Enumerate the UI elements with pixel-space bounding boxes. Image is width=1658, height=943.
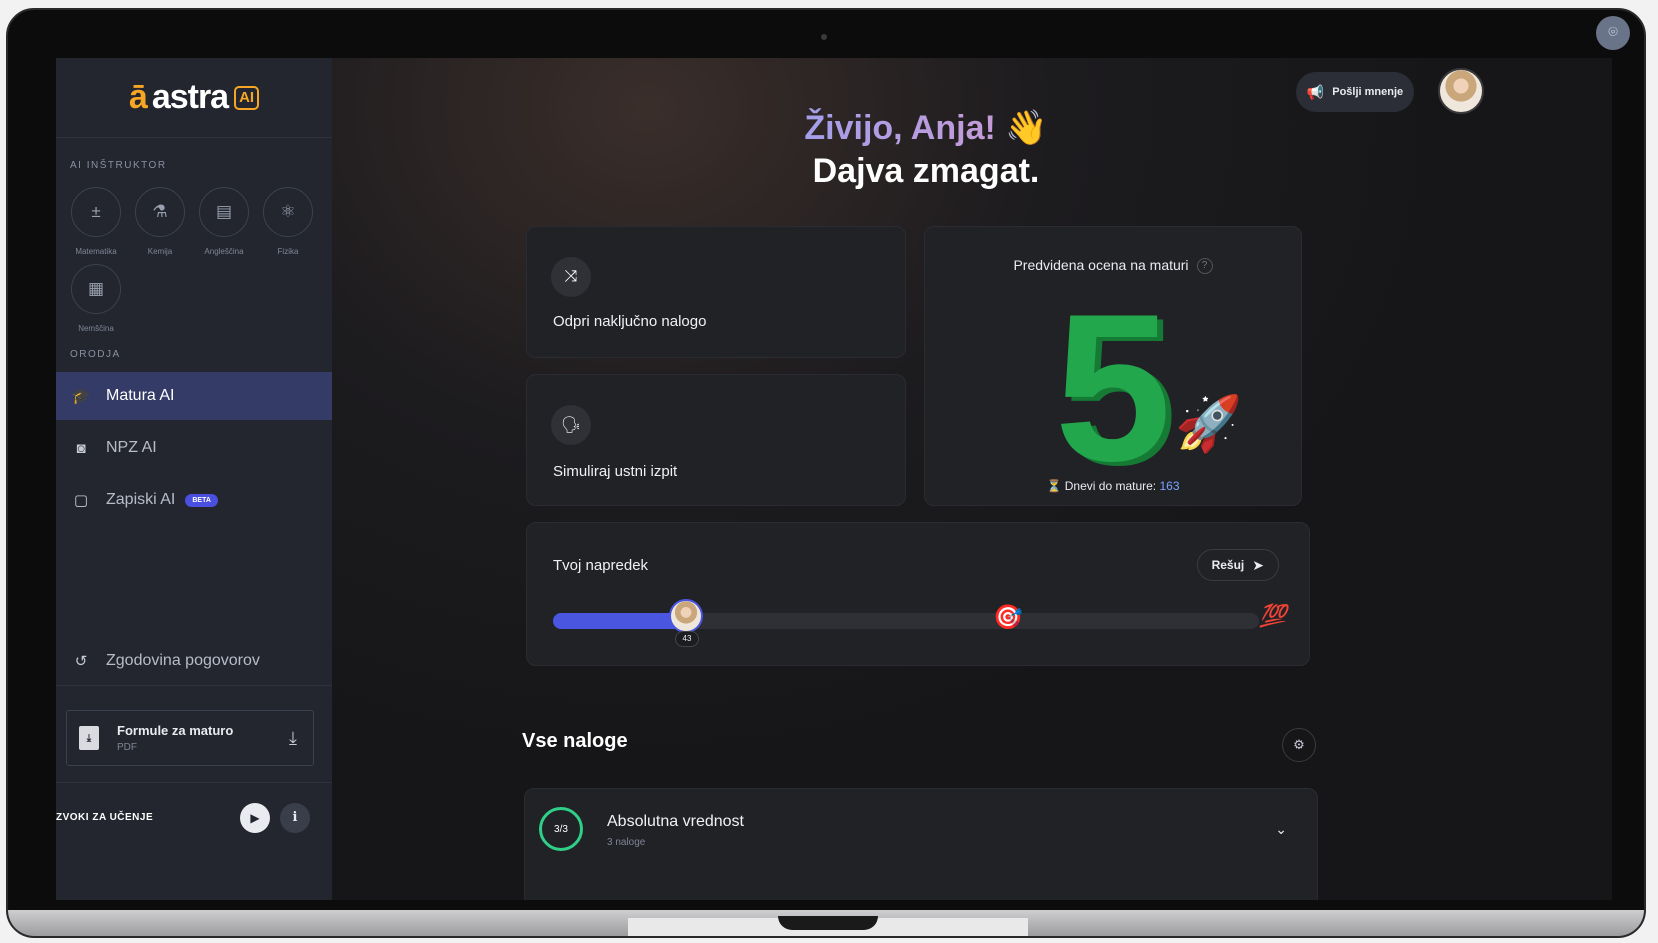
subject-nemscina[interactable]: ▦ Nemščina [64,264,128,333]
filter-icon[interactable]: ⚙ [1282,728,1316,762]
task-progress-ring: 3/3 [539,807,583,851]
oral-exam-card[interactable]: 🗣 Simuliraj ustni izpit [526,374,906,506]
greeting-line-2: Dajva zmagat. [812,152,1040,190]
subject-anglescina[interactable]: ▤ Angleščina [192,187,256,256]
nav-label: Matura AI [106,387,175,404]
voice-icon: 🗣 [551,405,591,445]
instructor-section-title: AI INŠTRUKTOR [70,160,167,171]
random-task-card[interactable]: ⤨ Odpri naključno nalogo [526,226,906,358]
atom-icon: ⚛ [263,187,313,237]
target-icon: 🎯 [993,604,1023,631]
predicted-grade-card: Predvidena ocena na maturi? 5 🚀 ⏳ Dnevi … [924,226,1302,506]
note-icon: ▢ [73,492,89,509]
pdf-icon: ⤓ [79,726,99,750]
logo[interactable]: ā astra AI [56,58,332,138]
wave-icon: 👋 [1005,109,1048,147]
nav-item-matura-ai[interactable]: 🎓 Matura AI [56,372,332,420]
subject-fizika[interactable]: ⚛ Fizika [256,187,320,256]
solve-label: Rešuj [1211,558,1245,572]
task-name: Absolutna vrednost [607,813,744,830]
progress-fill [553,613,687,629]
random-task-label: Odpri naključno nalogo [553,313,707,330]
formule-download[interactable]: ⤓ Formule za maturo PDF ⤓ [66,710,314,766]
progress-card: Tvoj napredek Rešuj ➤ 43 🎯 💯 [526,522,1310,666]
subject-label: Matematika [75,247,117,256]
formule-subtitle: PDF [117,742,137,753]
progress-value: 43 [675,631,699,647]
grade-value: 5 [1054,270,1172,505]
help-icon[interactable]: ? [1196,258,1213,275]
play-button[interactable]: ▶ [240,802,270,833]
avatar[interactable] [1438,68,1484,114]
math-icon: ± [71,187,121,237]
history-icon: ↺ [74,652,88,670]
app-screen: ā astra AI AI INŠTRUKTOR ± Matematika ⚗ … [56,58,1612,900]
subject-label: Angleščina [204,247,244,256]
shuffle-icon: ⤨ [551,257,591,297]
device-frame: ⌾ ā astra AI AI INŠTRUKTOR ± Matematika … [6,8,1646,938]
days-label: Dnevi do mature: [1064,479,1157,493]
logo-badge: AI [234,85,260,110]
hundred-icon: 💯 [1259,603,1287,628]
task-count: 3 naloge [607,837,646,848]
history-label: Zgodovina pogovorov [106,651,260,669]
all-tasks-title: Vse naloge [522,730,628,752]
stand-notch [778,916,878,930]
subject-label: Kemija [147,247,173,256]
sounds-label: ZVOKI ZA UČENJE [56,812,154,823]
days-to-exam: ⏳ Dnevi do mature: 163 [925,479,1301,493]
megaphone-icon: 📢 [1306,83,1325,100]
graduation-cap-icon: 🎓 [71,388,91,405]
beta-badge: BETA [185,493,218,507]
nav-item-npz-ai[interactable]: ◙ NPZ AI [56,424,332,472]
greeting-text: Živijo, Anja! [804,109,996,147]
language-icon: ▦ [71,264,121,314]
download-icon[interactable]: ⤓ [289,728,297,749]
nav-item-zapiski-ai[interactable]: ▢ Zapiski AI BETA [56,476,332,524]
formule-title: Formule za maturo [117,723,234,738]
subject-matematika[interactable]: ± Matematika [64,187,128,256]
send-icon: ➤ [1252,556,1264,573]
chevron-down-icon[interactable]: ⌄ [1275,821,1287,838]
badge-icon: ◙ [76,439,86,457]
feedback-button[interactable]: 📢 Pošlji mnenje [1296,72,1414,112]
progress-avatar [669,599,703,633]
study-sounds: ZVOKI ZA UČENJE ▶ i [56,782,332,852]
info-button[interactable]: i [280,802,310,833]
solve-button[interactable]: Rešuj ➤ [1196,549,1279,581]
sidebar: ā astra AI AI INŠTRUKTOR ± Matematika ⚗ … [56,58,332,900]
feedback-label: Pošlji mnenje [1332,86,1404,98]
progress-title: Tvoj napredek [553,557,649,574]
nav-label: NPZ AI [106,439,157,456]
subject-kemija[interactable]: ⚗ Kemija [128,187,192,256]
screenshot-icon[interactable]: ⌾ [1596,16,1630,50]
days-value: 163 [1159,479,1180,493]
subject-grid: ± Matematika ⚗ Kemija ▤ Angleščina ⚛ Fiz… [56,179,332,341]
subject-label: Nemščina [78,324,114,333]
logo-mark: ā [128,78,148,116]
nav-label: Zapiski AI [106,491,176,508]
hourglass-icon: ⏳ [1046,479,1062,493]
greeting-line-1: Živijo, Anja! 👋 [576,108,1276,148]
task-row[interactable]: 3/3 Absolutna vrednost 3 naloge ⌄ [524,788,1318,900]
logo-text: astra [151,78,229,116]
formule-text: Formule za maturo PDF [117,723,289,753]
rocket-icon: 🚀 [1175,394,1243,454]
tools-section-title: ORODJA [70,349,121,360]
subject-label: Fizika [277,247,299,256]
progress-track: 43 🎯 💯 [553,599,1286,647]
book-icon: ▤ [199,187,249,237]
oral-exam-label: Simuliraj ustni izpit [553,463,678,480]
history-link[interactable]: ↺ Zgodovina pogovorov [56,636,332,686]
camera-dot [821,34,827,40]
flask-icon: ⚗ [135,187,185,237]
